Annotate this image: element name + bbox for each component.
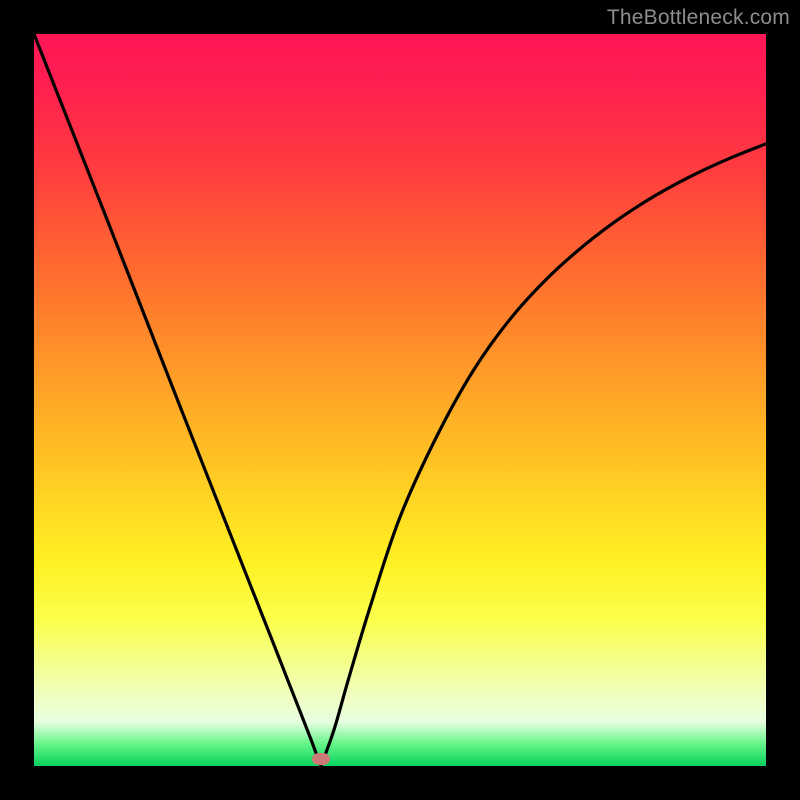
chart-frame: TheBottleneck.com <box>0 0 800 800</box>
plot-area <box>34 34 766 766</box>
watermark-text: TheBottleneck.com <box>607 6 790 30</box>
optimum-marker <box>312 753 330 765</box>
bottleneck-curve <box>34 34 766 766</box>
